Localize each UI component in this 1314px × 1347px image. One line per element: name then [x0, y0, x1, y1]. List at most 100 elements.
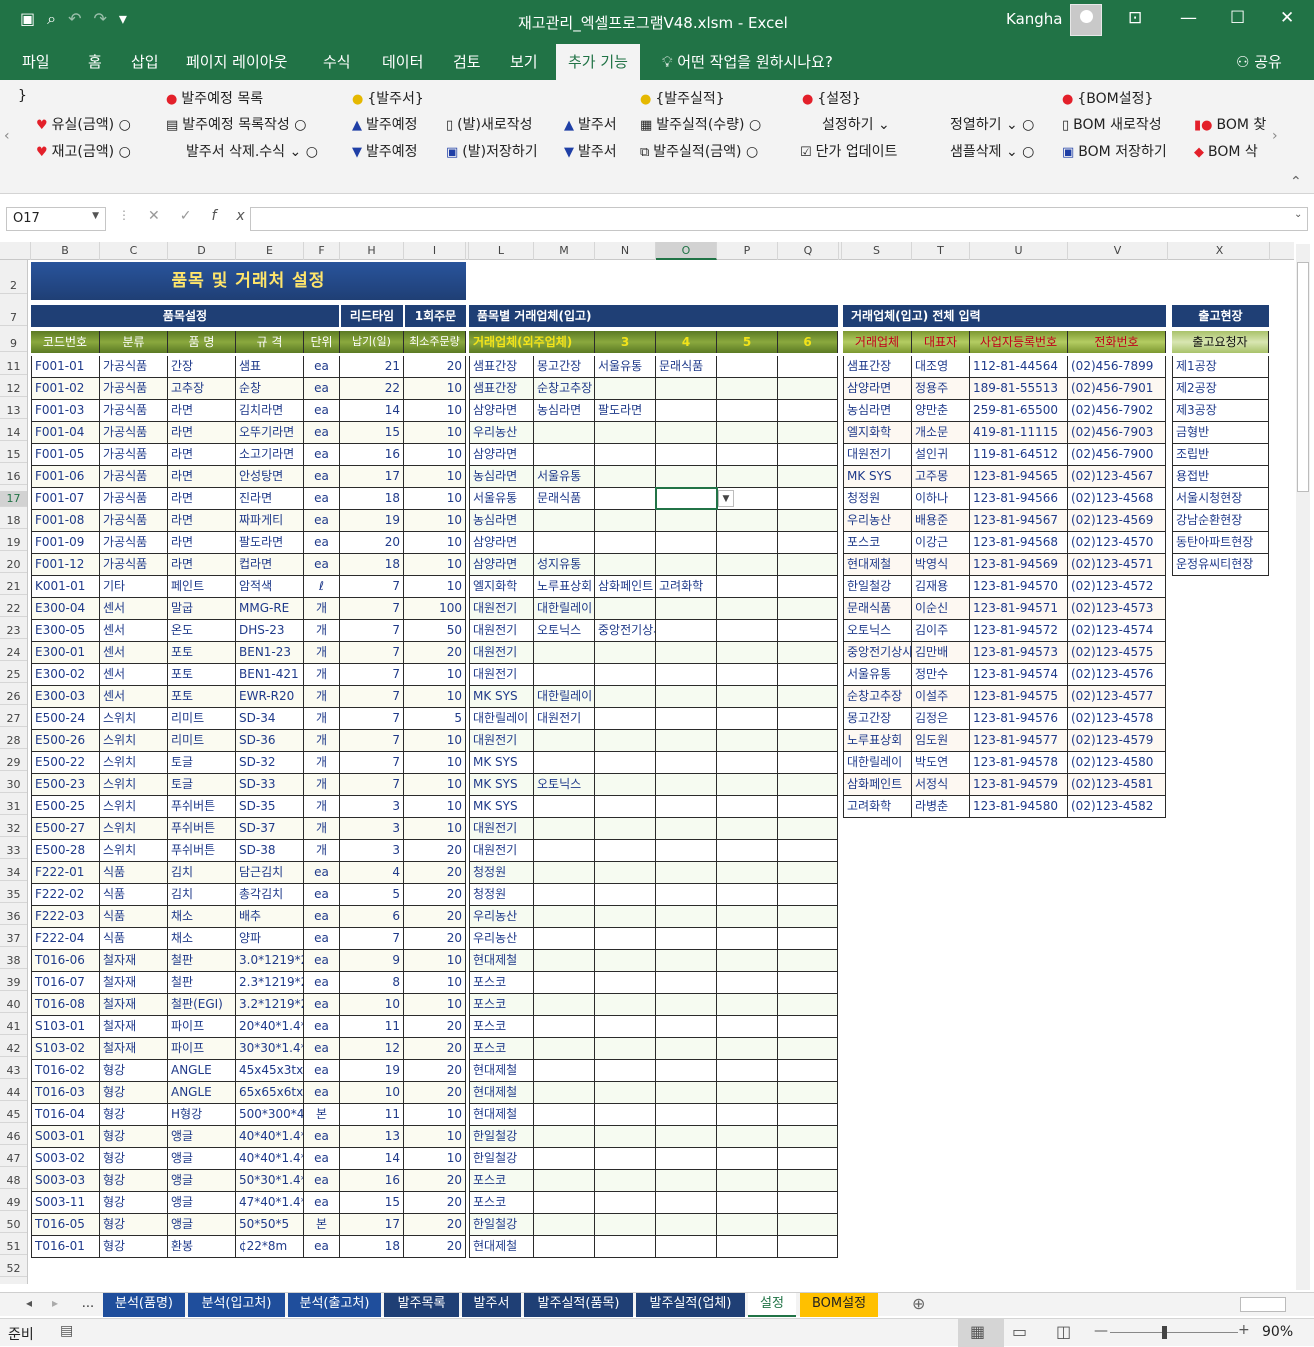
item-spec[interactable]: 40*40*1.4*1 [236, 1126, 304, 1148]
minimize-icon[interactable]: — [1180, 8, 1197, 28]
item-unit[interactable]: ea [304, 1192, 340, 1214]
vendor-by-item-cell[interactable] [778, 1170, 838, 1192]
item-category[interactable]: 센서 [100, 620, 168, 642]
item-name[interactable]: 포토 [168, 664, 236, 686]
item-code[interactable]: F001-04 [31, 422, 100, 444]
item-code[interactable]: E500-28 [31, 840, 100, 862]
share-button[interactable]: ⚇ 공유 [1236, 51, 1282, 72]
item-category[interactable]: 가공식품 [100, 466, 168, 488]
vendor-by-item-cell[interactable] [595, 774, 656, 796]
vendor-by-item-cell[interactable] [534, 444, 595, 466]
row-header-51[interactable]: 51 [0, 1239, 27, 1255]
item-name[interactable]: 파이프 [168, 1038, 236, 1060]
vendor-by-item-cell[interactable] [717, 730, 778, 752]
item-min-order[interactable]: 10 [404, 1126, 466, 1148]
vendor-by-item-cell[interactable] [778, 532, 838, 554]
vendor-by-item-cell[interactable] [717, 664, 778, 686]
vendor-by-item-cell[interactable]: 포스코 [469, 1192, 534, 1214]
item-leadtime[interactable]: 14 [340, 400, 404, 422]
column-header-x[interactable]: X [1170, 242, 1270, 260]
vendor-by-item-cell[interactable] [778, 752, 838, 774]
sheet-tab-2[interactable]: 분석(입고처) [188, 1293, 285, 1317]
item-code[interactable]: E500-26 [31, 730, 100, 752]
item-name[interactable]: 라면 [168, 554, 236, 576]
column-header-p[interactable]: P [717, 242, 778, 260]
item-name[interactable]: 푸쉬버튼 [168, 796, 236, 818]
vendor-by-item-cell[interactable] [778, 1126, 838, 1148]
vendor-phone[interactable]: (02)123-4569 [1068, 510, 1166, 532]
item-spec[interactable]: ¢22*8m [236, 1236, 304, 1258]
vendor-by-item-cell[interactable] [656, 774, 717, 796]
vendor-by-item-cell[interactable] [595, 972, 656, 994]
item-unit[interactable]: ea [304, 972, 340, 994]
vendor-by-item-cell[interactable]: 문래식품 [534, 488, 595, 510]
vendor-by-item-cell[interactable] [656, 664, 717, 686]
vendor-by-item-cell[interactable] [778, 1082, 838, 1104]
item-min-order[interactable]: 100 [404, 598, 466, 620]
item-category[interactable]: 형강 [100, 1192, 168, 1214]
vendor-by-item-cell[interactable] [717, 796, 778, 818]
vendor-biz-no[interactable]: 123-81-94578 [970, 752, 1068, 774]
btn-order-save[interactable]: ▣ (발)저장하기 [446, 141, 538, 161]
vendor-by-item-cell[interactable] [595, 444, 656, 466]
item-category[interactable]: 식품 [100, 862, 168, 884]
row-header-18[interactable]: 18 [0, 513, 27, 529]
row-header-43[interactable]: 43 [0, 1063, 27, 1079]
item-unit[interactable]: 개 [304, 620, 340, 642]
radio-icon[interactable]: ○ [306, 144, 318, 160]
vendor-by-item-cell[interactable] [534, 1148, 595, 1170]
vendor-by-item-cell[interactable] [595, 378, 656, 400]
item-category[interactable]: 철자재 [100, 1038, 168, 1060]
item-leadtime[interactable]: 11 [340, 1016, 404, 1038]
item-unit[interactable]: ea [304, 1126, 340, 1148]
vendor-by-item-cell[interactable] [656, 1016, 717, 1038]
vendor-by-item-cell[interactable] [595, 818, 656, 840]
vendor-by-item-cell[interactable] [778, 620, 838, 642]
vendor-by-item-cell[interactable]: 농심라면 [534, 400, 595, 422]
vendor-by-item-cell[interactable] [717, 598, 778, 620]
item-spec[interactable]: SD-33 [236, 774, 304, 796]
tell-me-box[interactable]: 💡︎ 어떤 작업을 원하시나요? [662, 51, 833, 72]
radio-icon[interactable]: ○ [1022, 117, 1034, 133]
column-header-m[interactable]: M [534, 242, 595, 260]
item-category[interactable]: 식품 [100, 906, 168, 928]
vendor-name[interactable]: 문래식품 [843, 598, 912, 620]
name-box[interactable]: O17 ▼ [6, 207, 106, 231]
vendor-by-item-cell[interactable] [656, 1236, 717, 1258]
item-min-order[interactable]: 10 [404, 686, 466, 708]
vendor-name[interactable]: 청정원 [843, 488, 912, 510]
vendor-by-item-cell[interactable] [778, 818, 838, 840]
column-header-c[interactable]: C [100, 242, 168, 260]
item-min-order[interactable]: 10 [404, 400, 466, 422]
item-name[interactable]: 라면 [168, 488, 236, 510]
vendor-by-item-cell[interactable] [656, 906, 717, 928]
item-code[interactable]: E300-05 [31, 620, 100, 642]
item-spec[interactable]: 47*40*1.4*6 [236, 1192, 304, 1214]
item-min-order[interactable]: 20 [404, 1214, 466, 1236]
vendor-by-item-cell[interactable] [778, 598, 838, 620]
vendor-by-item-cell[interactable] [534, 818, 595, 840]
vendor-ceo[interactable]: 김이주 [912, 620, 970, 642]
vendor-name[interactable]: 한일철강 [843, 576, 912, 598]
vendor-by-item-cell[interactable]: 대원전기 [469, 840, 534, 862]
vendor-by-item-cell[interactable]: 대한릴레이 [469, 708, 534, 730]
item-name[interactable]: 앵글 [168, 1170, 236, 1192]
vendor-by-item-cell[interactable] [534, 422, 595, 444]
item-spec[interactable]: SD-37 [236, 818, 304, 840]
vendor-by-item-cell[interactable] [595, 1038, 656, 1060]
vendor-by-item-cell[interactable] [534, 906, 595, 928]
item-spec[interactable]: SD-38 [236, 840, 304, 862]
vendor-by-item-cell[interactable] [656, 840, 717, 862]
vendor-phone[interactable]: (02)456-7902 [1068, 400, 1166, 422]
item-unit[interactable]: ea [304, 1148, 340, 1170]
vendor-by-item-cell[interactable] [656, 862, 717, 884]
zoom-slider[interactable] [1110, 1332, 1238, 1333]
vendor-by-item-cell[interactable] [656, 1038, 717, 1060]
item-code[interactable]: F001-06 [31, 466, 100, 488]
vendor-ceo[interactable]: 양만춘 [912, 400, 970, 422]
vendor-ceo[interactable]: 이순신 [912, 598, 970, 620]
vendor-name[interactable]: 순창고추장 [843, 686, 912, 708]
vendor-biz-no[interactable]: 123-81-94565 [970, 466, 1068, 488]
page-break-view-icon[interactable]: ◫ [1056, 1322, 1071, 1341]
item-name[interactable]: 파이프 [168, 1016, 236, 1038]
